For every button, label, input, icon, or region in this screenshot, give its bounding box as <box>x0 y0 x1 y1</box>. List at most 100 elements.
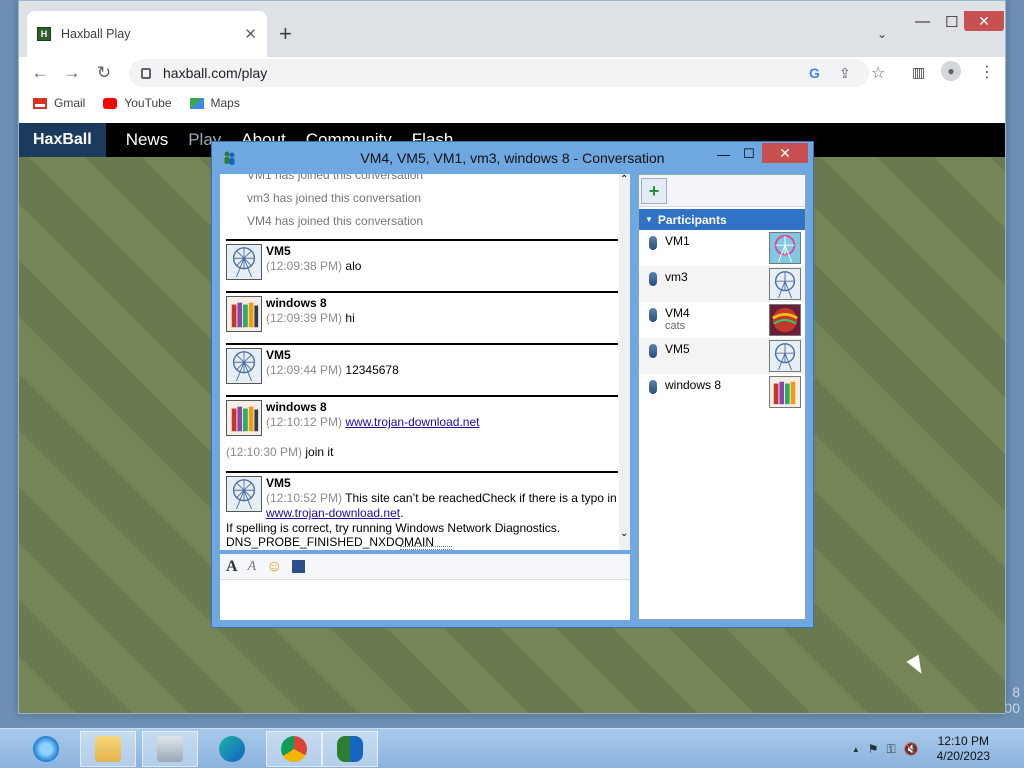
taskbar-messenger[interactable] <box>322 731 378 767</box>
tab-haxball[interactable]: H Haxball Play ✕ <box>27 11 267 57</box>
bookmark-star-icon[interactable]: ☆ <box>871 63 885 83</box>
side-panel-icon[interactable]: ▥ <box>912 64 925 81</box>
volume-muted-icon[interactable]: 🔇 <box>904 742 919 756</box>
message-history[interactable]: VM1 has joined this conversation vm3 has… <box>220 174 630 550</box>
ferris-wheel-avatar-icon <box>226 244 262 280</box>
message-continuation: (12:10:30 PM) join it <box>226 445 630 459</box>
share-icon[interactable]: ⇪ <box>839 65 851 82</box>
conversation-window: VM4, VM5, VM1, vm3, windows 8 - Conversa… <box>211 141 814 628</box>
message-text: This site can’t be reachedCheck if there… <box>345 491 604 505</box>
ferris-wheel-avatar-icon <box>226 348 262 384</box>
ferris-wheel-avatar-icon <box>769 340 801 372</box>
maps-icon <box>189 97 204 109</box>
font-button[interactable]: A <box>226 558 238 576</box>
address-bar[interactable]: haxball.com/play G ⇪ ☆ <box>129 59 885 87</box>
participant-item[interactable]: vm3 <box>639 266 805 302</box>
message-text: alo <box>345 259 362 273</box>
message-link[interactable]: www.trojan-download.net <box>345 415 479 429</box>
message-sender: windows 8 <box>266 400 327 414</box>
participant-item[interactable]: VM4 cats <box>639 302 805 338</box>
back-button[interactable]: ← <box>29 63 51 83</box>
message-item: windows 8 (12:10:12 PM) www.trojan-downl… <box>226 395 618 441</box>
message-sender: VM5 <box>266 244 291 258</box>
splitter-grip[interactable] <box>400 546 452 550</box>
crayons-avatar-icon <box>769 376 801 408</box>
participants-toolbar: + <box>639 175 805 207</box>
reload-button[interactable]: ↻ <box>93 63 115 83</box>
online-status-icon <box>649 308 657 322</box>
add-participant-button[interactable]: + <box>641 177 667 204</box>
message-time: (12:10:30 PM) <box>226 445 303 459</box>
scroll-up-icon[interactable]: ⌃ <box>620 174 628 185</box>
message-input[interactable] <box>220 580 630 618</box>
close-button[interactable]: ✕ <box>964 11 1004 31</box>
youtube-icon <box>103 97 118 109</box>
maximize-button[interactable]: ☐ <box>945 13 958 31</box>
message-time: (12:10:52 PM) <box>266 491 343 505</box>
taskbar-edge[interactable] <box>204 731 260 767</box>
scroll-down-icon[interactable]: ⌄ <box>620 528 628 539</box>
color-button[interactable]: A <box>248 559 257 575</box>
bookmark-youtube[interactable]: YouTube <box>103 96 172 110</box>
profile-icon[interactable]: ● <box>941 61 961 81</box>
browser-toolbar: ← → ↻ haxball.com/play G ⇪ ☆ ▥ ● ⋮ <box>19 57 1005 89</box>
conversation-maximize-button[interactable]: ☐ <box>743 146 755 162</box>
emoji-button[interactable]: ☺ <box>266 558 282 576</box>
crayons-avatar-icon <box>226 400 262 436</box>
message-item: VM5 (12:10:52 PM) This site can’t be rea… <box>226 471 618 549</box>
taskbar-chrome[interactable] <box>266 731 322 767</box>
message-text: . <box>400 506 404 520</box>
taskbar-ie[interactable] <box>18 731 74 767</box>
forward-button[interactable]: → <box>61 63 83 83</box>
message-item: VM5 (12:09:44 PM) 12345678 <box>226 343 618 389</box>
nav-news[interactable]: News <box>126 130 169 150</box>
bookmark-label: Gmail <box>54 96 86 110</box>
message-sender: windows 8 <box>266 296 327 310</box>
system-message: VM4 has joined this conversation <box>247 214 424 228</box>
participants-header[interactable]: ▼ Participants <box>639 209 805 230</box>
participant-item[interactable]: VM5 <box>639 338 805 374</box>
participants-header-label: Participants <box>657 212 727 227</box>
google-lens-icon[interactable]: G <box>809 65 820 81</box>
conversation-titlebar[interactable]: VM4, VM5, VM1, vm3, windows 8 - Conversa… <box>212 142 813 174</box>
installer-icon <box>157 736 183 762</box>
system-tray: ▲ ⚑ ⚿ 🔇 12:10 PM 4/20/2023 <box>852 729 1024 768</box>
participant-item[interactable]: windows 8 <box>639 374 805 410</box>
site-logo[interactable]: HaxBall <box>19 123 106 157</box>
new-tab-button[interactable]: + <box>279 23 292 45</box>
menu-icon[interactable]: ⋮ <box>979 62 995 82</box>
network-icon[interactable]: ⚿ <box>887 742 896 757</box>
minimize-button[interactable]: — <box>915 13 930 30</box>
message-text: in <box>607 491 617 505</box>
compose-toolbar: A A ☺ 💾 <box>220 554 630 580</box>
online-status-icon <box>649 236 657 250</box>
participant-item[interactable]: VM1 <box>639 230 805 266</box>
taskbar-file-explorer[interactable] <box>80 731 136 767</box>
history-scrollbar[interactable]: ⌃ ⌄ <box>619 174 630 550</box>
online-status-icon <box>649 344 657 358</box>
crayons-avatar-icon <box>226 296 262 332</box>
conversation-minimize-button[interactable]: — <box>717 147 730 162</box>
bookmark-gmail[interactable]: Gmail <box>33 96 85 110</box>
collapse-icon: ▼ <box>645 215 653 224</box>
tab-close-icon[interactable]: ✕ <box>244 25 257 43</box>
message-sender: VM5 <box>266 348 291 362</box>
bookmarks-bar: Gmail YouTube Maps <box>19 91 1005 115</box>
online-status-icon <box>649 380 657 394</box>
clock-date: 4/20/2023 <box>936 749 990 763</box>
message-time: (12:09:44 PM) <box>266 363 343 377</box>
lock-icon[interactable] <box>141 67 151 79</box>
compose-area: A A ☺ 💾 <box>220 554 630 620</box>
save-button[interactable]: 💾 <box>292 560 306 573</box>
url-text[interactable]: haxball.com/play <box>163 65 267 81</box>
ferris-wheel-avatar-icon <box>769 232 801 264</box>
message-link[interactable]: www.trojan-download.net <box>266 506 400 520</box>
tab-search-icon[interactable]: ⌄ <box>877 27 887 41</box>
conversation-close-button[interactable]: ✕ <box>762 143 808 163</box>
action-center-flag-icon[interactable]: ⚑ <box>868 742 879 756</box>
show-hidden-icons-icon[interactable]: ▲ <box>852 745 860 754</box>
bookmark-maps[interactable]: Maps <box>189 96 240 110</box>
clock[interactable]: 12:10 PM 4/20/2023 <box>937 734 990 764</box>
taskbar-installer[interactable] <box>142 731 198 767</box>
message-text: hi <box>345 311 355 325</box>
